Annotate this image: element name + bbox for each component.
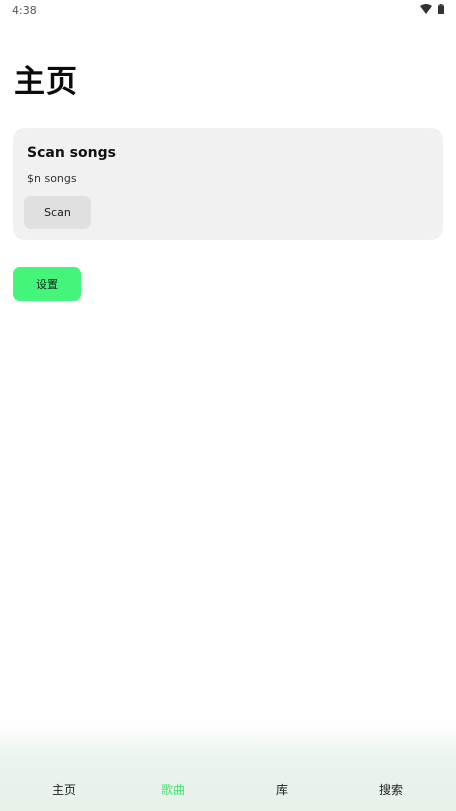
status-bar: 4:38 <box>0 0 456 22</box>
status-icons <box>420 4 444 14</box>
wifi-icon <box>420 4 432 14</box>
nav-item-search[interactable]: 搜索 <box>341 781 441 798</box>
page-title: 主页 <box>14 64 78 100</box>
scan-button[interactable]: Scan <box>24 196 91 229</box>
settings-button[interactable]: 设置 <box>13 267 81 301</box>
nav-item-library[interactable]: 库 <box>232 781 332 798</box>
scan-card-title: Scan songs <box>27 145 116 161</box>
scan-songs-card: Scan songs $n songs Scan <box>13 128 443 240</box>
nav-item-songs[interactable]: 歌曲 <box>123 781 223 798</box>
status-time: 4:38 <box>12 4 37 17</box>
nav-item-home[interactable]: 主页 <box>14 781 114 798</box>
bottom-navigation: 主页 歌曲 库 搜索 <box>0 725 456 811</box>
song-count-text: $n songs <box>27 172 77 185</box>
battery-icon <box>438 4 444 14</box>
